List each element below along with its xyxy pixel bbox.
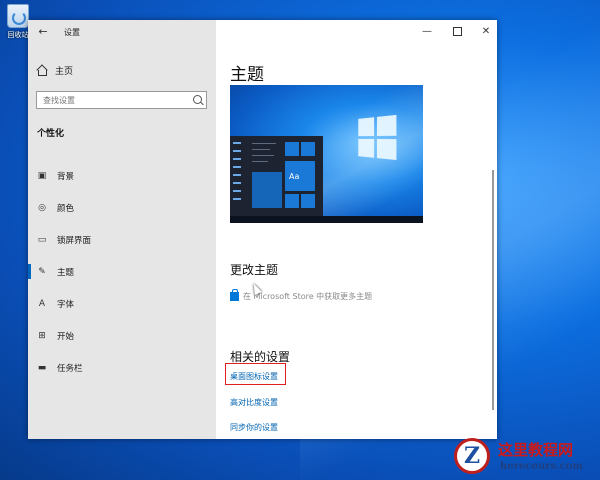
- palette-icon: ◎: [38, 203, 46, 213]
- change-theme-heading: 更改主题: [230, 263, 279, 277]
- preview-taskbar: [230, 216, 423, 223]
- sidebar-item-taskbar[interactable]: ▬ 任务栏: [28, 352, 216, 384]
- preview-start-menu: Aa: [230, 136, 323, 216]
- section-title: 个性化: [37, 129, 65, 139]
- sidebar-item-label: 开始: [57, 332, 75, 342]
- settings-window: 主页 个性化 ▣ 背景 ◎ 颜色 ▭ 锁屏界面 ✎ 主题 A: [28, 20, 497, 439]
- sidebar-home-link[interactable]: 主页: [36, 64, 73, 77]
- watermark-url: herecours.com: [500, 461, 584, 472]
- sidebar-item-label: 主题: [57, 268, 75, 278]
- search-icon[interactable]: [193, 95, 202, 104]
- preview-app-list: [233, 142, 247, 206]
- theme-preview: Aa: [230, 85, 423, 223]
- sidebar-item-label: 任务栏: [57, 364, 83, 374]
- preview-tile: [252, 172, 282, 208]
- watermark-logo-icon: Z: [454, 438, 490, 474]
- sidebar-item-lock-screen[interactable]: ▭ 锁屏界面: [28, 224, 216, 256]
- scrollbar[interactable]: [492, 170, 494, 410]
- home-label: 主页: [55, 67, 74, 77]
- image-icon: ▣: [37, 171, 47, 181]
- lock-screen-icon: ▭: [37, 235, 47, 245]
- sidebar: 主页 个性化 ▣ 背景 ◎ 颜色 ▭ 锁屏界面 ✎ 主题 A: [28, 20, 216, 439]
- window-title: 设置: [64, 28, 80, 37]
- preview-tile: [285, 142, 299, 156]
- main-content: 主题 Aa 更改主题 在 Microsoft Store 中获取更多主题 相关的…: [216, 20, 497, 439]
- recycle-bin-icon: [7, 4, 29, 28]
- theme-brush-icon: ✎: [38, 267, 46, 277]
- high-contrast-settings-link[interactable]: 高对比度设置: [230, 397, 278, 408]
- taskbar-icon: ▬: [37, 363, 47, 373]
- sidebar-item-colors[interactable]: ◎ 颜色: [28, 192, 216, 224]
- sidebar-item-label: 背景: [57, 172, 75, 182]
- start-grid-icon: ⊞: [38, 331, 46, 341]
- page-title: 主题: [230, 65, 264, 85]
- store-link-label: 在 Microsoft Store 中获取更多主题: [243, 292, 373, 301]
- preview-tile-aa: Aa: [285, 161, 315, 191]
- sidebar-item-label: 颜色: [57, 204, 75, 214]
- sidebar-item-label: 锁屏界面: [57, 236, 92, 246]
- preview-tile: [301, 142, 315, 156]
- font-icon: A: [38, 299, 46, 309]
- store-bag-icon: [230, 289, 239, 301]
- back-arrow-icon[interactable]: ←: [36, 25, 50, 39]
- desktop-icon-settings-link[interactable]: 桌面图标设置: [230, 371, 278, 382]
- sidebar-item-start[interactable]: ⊞ 开始: [28, 320, 216, 352]
- sync-settings-link[interactable]: 同步你的设置: [230, 422, 278, 433]
- sidebar-item-themes[interactable]: ✎ 主题: [28, 256, 216, 288]
- watermark-site-name: 这里教程网: [498, 441, 574, 459]
- preview-tile: [301, 194, 315, 208]
- watermark: Z 这里教程网 herecours.com: [452, 436, 600, 480]
- store-link[interactable]: 在 Microsoft Store 中获取更多主题: [230, 289, 373, 302]
- sidebar-item-fonts[interactable]: A 字体: [28, 288, 216, 320]
- search-input[interactable]: [36, 91, 207, 109]
- sidebar-item-background[interactable]: ▣ 背景: [28, 160, 216, 192]
- preview-tile: [285, 194, 299, 208]
- windows-logo-icon: [358, 114, 397, 162]
- home-icon: [36, 65, 47, 76]
- sidebar-item-label: 字体: [57, 300, 75, 310]
- sidebar-nav: ▣ 背景 ◎ 颜色 ▭ 锁屏界面 ✎ 主题 A 字体 ⊞ 开始 ▬ 任务栏: [28, 160, 216, 384]
